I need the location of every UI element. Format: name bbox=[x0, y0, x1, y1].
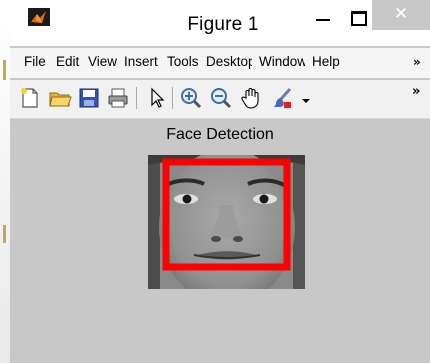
figure-title: Face Detection bbox=[166, 126, 274, 143]
data-brush-icon[interactable] bbox=[270, 86, 294, 110]
title-bar[interactable]: Figure 1 bbox=[10, 0, 430, 46]
overflow-chevron-icon[interactable]: » bbox=[413, 55, 421, 69]
face-image bbox=[148, 155, 305, 289]
pan-hand-icon[interactable] bbox=[239, 86, 263, 110]
desktop-edge bbox=[0, 0, 10, 363]
save-icon[interactable] bbox=[77, 86, 101, 110]
menu-help[interactable]: Help bbox=[312, 54, 341, 69]
maximize-button[interactable] bbox=[343, 6, 373, 30]
menu-insert[interactable]: Insert bbox=[124, 54, 159, 69]
menu-bar: File Edit View Insert Tools Desktop Wind… bbox=[10, 48, 430, 78]
figure-toolbar: » bbox=[10, 80, 430, 119]
new-figure-icon[interactable] bbox=[18, 86, 42, 110]
open-file-icon[interactable] bbox=[48, 86, 72, 110]
figure-window: Figure 1 File Edit View Insert Tools Des… bbox=[10, 0, 430, 363]
edit-plot-arrow-icon[interactable] bbox=[144, 86, 168, 110]
close-button[interactable] bbox=[372, 0, 430, 30]
brush-dropdown-icon[interactable] bbox=[294, 86, 310, 110]
menu-view[interactable]: View bbox=[88, 54, 117, 69]
zoom-out-icon[interactable] bbox=[209, 86, 233, 110]
print-icon[interactable] bbox=[106, 86, 130, 110]
minimize-button[interactable] bbox=[308, 6, 338, 30]
menu-edit[interactable]: Edit bbox=[56, 54, 81, 69]
menu-tools[interactable]: Tools bbox=[167, 54, 199, 69]
menu-window[interactable]: Window bbox=[259, 54, 305, 69]
toolbar-overflow-chevron-icon[interactable]: » bbox=[412, 84, 420, 99]
menu-desktop[interactable]: Desktop bbox=[206, 54, 252, 69]
menu-file[interactable]: File bbox=[24, 54, 51, 69]
zoom-in-icon[interactable] bbox=[179, 86, 203, 110]
